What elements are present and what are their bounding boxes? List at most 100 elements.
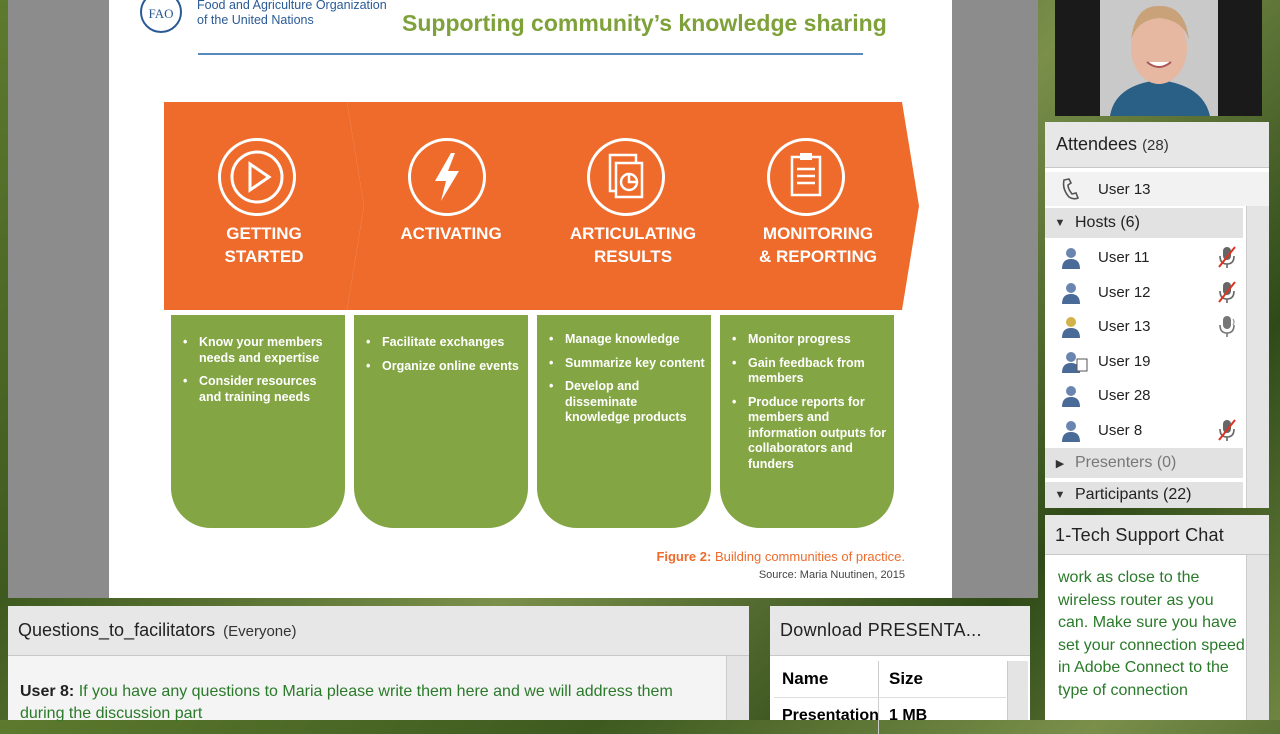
attendee-row[interactable]: User 19	[1045, 344, 1243, 378]
bullet-item: Facilitate exchanges	[366, 335, 522, 351]
questions-pod-header: Questions_to_facilitators (Everyone)	[8, 606, 749, 656]
user-presenting-icon	[1062, 352, 1088, 373]
collapse-arrow-icon[interactable]: ▼	[1045, 217, 1075, 229]
step-label: ARTICULATING RESULTS	[569, 224, 697, 266]
tech-support-chat-pod: 1-Tech Support Chat work as close to the…	[1045, 515, 1269, 720]
questions-audience: (Everyone)	[223, 623, 297, 640]
download-scrollbar[interactable]	[1007, 661, 1028, 720]
user-icon	[1062, 386, 1080, 407]
attendee-row[interactable]: User 28	[1045, 378, 1243, 412]
attendees-scrollbar[interactable]	[1246, 206, 1269, 508]
step-label: MONITORING & REPORTING	[758, 224, 878, 266]
attendee-name: User 11	[1098, 248, 1150, 266]
attendees-pod-header: Attendees (28)	[1045, 122, 1269, 168]
questions-pod-title: Questions_to_facilitators	[18, 620, 216, 640]
chat-pod-title: 1-Tech Support Chat	[1045, 515, 1269, 555]
column-header-size[interactable]: Size	[879, 669, 923, 689]
mic-muted-icon[interactable]	[1217, 418, 1237, 442]
download-pod-title: Download PRESENTA...	[770, 606, 1030, 656]
bullet-box-articulating-results: Manage knowledge Summarize key content D…	[537, 315, 711, 528]
bullet-item: Gain feedback from members	[732, 356, 888, 387]
bullet-item: Monitor progress	[732, 332, 888, 348]
group-label: Presenters (0)	[1075, 454, 1177, 471]
bullet-item: Produce reports for members and informat…	[732, 395, 888, 473]
step-label: ACTIVATING	[400, 224, 502, 243]
play-icon	[218, 138, 296, 216]
attendee-row[interactable]: User 12	[1045, 275, 1243, 309]
participants-group[interactable]: ▼ Participants (22)	[1045, 482, 1243, 508]
hosts-group[interactable]: ▼ Hosts (6)	[1045, 208, 1243, 238]
group-label: Hosts (6)	[1075, 214, 1140, 231]
step-articulating-results: ARTICULATING RESULTS	[529, 102, 729, 310]
user-icon	[1062, 283, 1080, 304]
share-pod: FAO Food and Agriculture Organization of…	[8, 0, 1038, 598]
attendees-pod: Attendees (28) User 13 ▼ Hosts (6) User 11…	[1045, 122, 1269, 508]
bullet-item: Develop and disseminate knowledge produc…	[549, 379, 705, 426]
user-icon	[1062, 317, 1080, 338]
phone-attendee-row[interactable]: User 13	[1045, 172, 1269, 206]
bullet-item: Manage knowledge	[549, 332, 705, 348]
svg-text:FAO: FAO	[148, 6, 173, 21]
chat-message: work as close to the wireless router as …	[1058, 569, 1245, 699]
bullet-box-monitoring-reporting: Monitor progress Gain feedback from memb…	[720, 315, 894, 528]
mic-active-icon[interactable]	[1217, 314, 1237, 338]
step-monitoring-reporting: MONITORING & REPORTING	[709, 102, 919, 310]
user-icon	[1062, 421, 1080, 442]
attendee-name: User 8	[1098, 421, 1143, 439]
attendees-title: Attendees	[1056, 134, 1138, 154]
fao-logo-icon: FAO	[140, 0, 182, 33]
attendee-name: User 28	[1098, 386, 1151, 404]
user-icon	[1062, 248, 1080, 269]
step-activating: ACTIVATING	[347, 102, 547, 310]
slide-title: Supporting community’s knowledge sharing	[402, 10, 887, 36]
fao-org-name: Food and Agriculture Organization of the…	[197, 0, 387, 28]
file-name: Presentation	[774, 698, 879, 734]
column-header-name[interactable]: Name	[774, 661, 879, 697]
table-row[interactable]: Presentation 1 MB	[774, 698, 1006, 734]
clipboard-icon	[767, 138, 845, 216]
bullet-item: Consider resources and training needs	[183, 374, 339, 405]
file-table-header: Name Size	[774, 661, 1006, 698]
mic-muted-icon[interactable]	[1217, 245, 1237, 269]
mic-muted-icon[interactable]	[1217, 280, 1237, 304]
expand-arrow-icon[interactable]: ▶	[1045, 457, 1075, 470]
attendee-row[interactable]: User 11	[1045, 240, 1243, 274]
presenter-video-image	[1055, 0, 1262, 116]
questions-scrollbar[interactable]	[726, 656, 749, 720]
org-line-1: Food and Agriculture Organization	[197, 0, 387, 12]
webcam-video	[1055, 0, 1262, 116]
attendee-row[interactable]: User 13	[1045, 309, 1243, 343]
bullet-item: Know your members needs and expertise	[183, 335, 339, 366]
bullet-box-activating: Facilitate exchanges Organize online eve…	[354, 315, 528, 528]
message-text: If you have any questions to Maria pleas…	[20, 683, 673, 722]
collapse-arrow-icon[interactable]: ▼	[1045, 489, 1075, 501]
file-size: 1 MB	[889, 707, 928, 724]
org-line-2: of the United Nations	[197, 13, 314, 27]
step-label: GETTING STARTED	[224, 224, 304, 266]
bullet-item: Organize online events	[366, 359, 522, 375]
title-divider	[198, 53, 863, 55]
attendees-count: (28)	[1142, 137, 1169, 154]
slide: FAO Food and Agriculture Organization of…	[109, 0, 952, 598]
attendee-name: User 13	[1098, 317, 1151, 335]
file-table: Name Size Presentation 1 MB	[774, 661, 1006, 734]
attendee-name: User 13	[1098, 180, 1151, 198]
download-pod: Download PRESENTA... Name Size Presentat…	[770, 606, 1030, 734]
presenters-group[interactable]: ▶ Presenters (0)	[1045, 448, 1243, 478]
questions-message-list[interactable]: User 8: If you have any questions to Mar…	[8, 656, 727, 722]
document-chart-icon	[587, 138, 665, 216]
bullet-item: Summarize key content	[549, 356, 705, 372]
questions-pod: Questions_to_facilitators (Everyone) User…	[8, 606, 749, 722]
figure-caption: Figure 2: Building communities of practi…	[656, 549, 905, 564]
phone-icon	[1062, 178, 1080, 200]
figure-source: Source: Maria Nuutinen, 2015	[758, 569, 905, 581]
group-label: Participants (22)	[1075, 486, 1192, 503]
bullet-box-getting-started: Know your members needs and expertise Co…	[171, 315, 345, 528]
step-getting-started: GETTING STARTED	[164, 102, 364, 310]
attendee-row[interactable]: User 8	[1045, 413, 1243, 447]
attendee-name: User 19	[1098, 352, 1151, 370]
chat-scrollbar[interactable]	[1246, 555, 1269, 720]
message-author: User 8:	[20, 683, 75, 700]
attendee-name: User 12	[1098, 283, 1151, 301]
lightning-icon	[408, 138, 486, 216]
